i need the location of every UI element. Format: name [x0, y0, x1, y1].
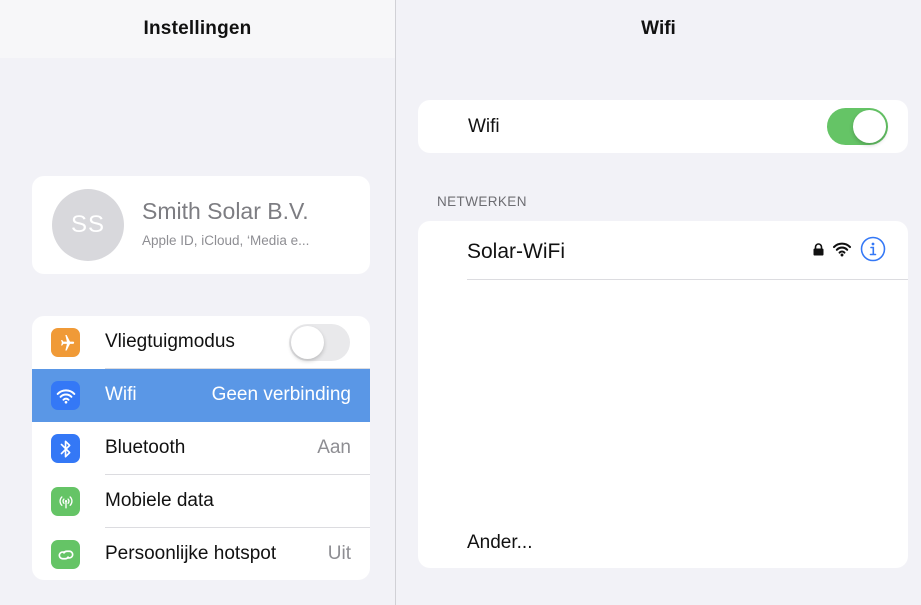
sidebar-item-label: Bluetooth: [105, 437, 186, 458]
sidebar-item-personal-hotspot[interactable]: Persoonlijke hotspot Uit: [32, 528, 370, 580]
network-status-icons: [813, 236, 886, 267]
sidebar-item-label: Persoonlijke hotspot: [105, 543, 277, 564]
network-name: Solar-WiFi: [467, 240, 565, 263]
hotspot-status-value: Uit: [327, 543, 351, 564]
profile-subtitle: Apple ID, iCloud, ‘Media e...: [142, 233, 310, 248]
wifi-detail-pane: Wifi Wifi NETWERKEN Solar-WiFi Ander...: [396, 0, 921, 605]
detail-title: Wifi: [641, 18, 676, 39]
networks-section-label: NETWERKEN: [437, 194, 527, 209]
bluetooth-status-value: Aan: [317, 437, 351, 458]
sidebar-title: Instellingen: [143, 18, 252, 39]
sidebar-item-airplane-mode[interactable]: Vliegtuigmodus: [32, 316, 370, 369]
settings-sidebar: Instellingen SS Smith Solar B.V. Apple I…: [0, 0, 395, 605]
cellular-antenna-icon: [51, 487, 80, 516]
sidebar-item-label: Wifi: [105, 384, 137, 405]
airplane-mode-toggle[interactable]: [289, 324, 350, 361]
sidebar-item-wifi[interactable]: Wifi Geen verbinding: [32, 369, 370, 422]
networks-list: Solar-WiFi Ander...: [418, 221, 908, 568]
network-row-solar-wifi[interactable]: Solar-WiFi: [418, 221, 908, 279]
wifi-icon: [51, 381, 80, 410]
row-divider: [467, 279, 908, 280]
avatar-initials: SS: [70, 211, 105, 238]
sidebar-item-bluetooth[interactable]: Bluetooth Aan: [32, 422, 370, 475]
profile-name: Smith Solar B.V.: [142, 198, 309, 224]
other-network-button[interactable]: Ander...: [467, 532, 533, 554]
sidebar-item-mobile-data[interactable]: Mobiele data: [32, 475, 370, 528]
wifi-toggle-row: Wifi: [418, 100, 908, 153]
sidebar-header: Instellingen: [0, 0, 395, 58]
bluetooth-icon: [51, 434, 80, 463]
wifi-toggle-label: Wifi: [468, 116, 500, 137]
sidebar-item-label: Mobiele data: [105, 490, 214, 511]
info-icon[interactable]: [860, 236, 886, 267]
connectivity-settings-group: Vliegtuigmodus Wifi Geen verbinding Blue…: [32, 316, 370, 580]
toggle-knob: [291, 326, 324, 359]
avatar: SS: [52, 189, 124, 261]
wifi-status-value: Geen verbinding: [211, 384, 351, 405]
airplane-icon: [51, 328, 80, 357]
sidebar-item-label: Vliegtuigmodus: [105, 331, 235, 352]
detail-header: Wifi: [396, 0, 921, 58]
lock-icon: [813, 242, 824, 261]
toggle-knob: [853, 110, 886, 143]
wifi-toggle[interactable]: [827, 108, 888, 145]
hotspot-link-icon: [51, 540, 80, 569]
apple-id-profile-card[interactable]: SS Smith Solar B.V. Apple ID, iCloud, ‘M…: [32, 176, 370, 274]
wifi-signal-icon: [832, 241, 852, 262]
